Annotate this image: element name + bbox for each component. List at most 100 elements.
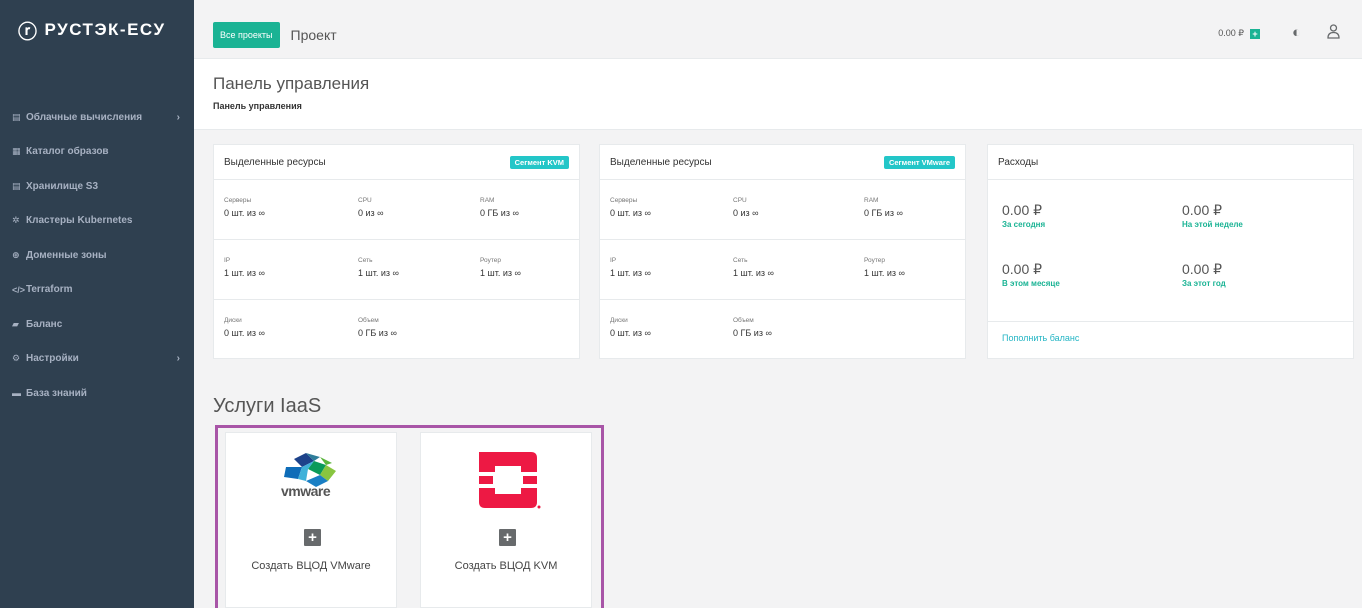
sidebar-nav: ▤ Облачные вычисления › ▦ Каталог образо… (0, 100, 194, 411)
resource-value: 1 шт. из ∞ (358, 268, 399, 278)
resource-label: Серверы (224, 197, 252, 204)
sidebar-item-label: Настройки (26, 353, 79, 365)
sidebar-item-label: Баланс (26, 318, 63, 330)
sidebar-item-label: Terraform (26, 284, 73, 296)
card-title: Выделенные ресурсы (224, 156, 326, 168)
expense-amount: 0.00 ₽ (1002, 261, 1043, 277)
chevron-right-icon: › (176, 353, 180, 365)
book-icon: ▬ (12, 388, 21, 399)
resource-value: 0 шт. из ∞ (610, 208, 651, 218)
resource-value: 0 шт. из ∞ (224, 328, 265, 338)
resource-value: 1 шт. из ∞ (480, 268, 521, 278)
sidebar-item-image-catalog[interactable]: ▦ Каталог образов (0, 135, 194, 170)
code-icon: </> (12, 284, 26, 295)
user-icon[interactable] (1327, 24, 1340, 43)
card-title: Расходы (998, 156, 1039, 168)
wallet-icon: ▰ (12, 318, 19, 329)
sidebar-item-knowledge-base[interactable]: ▬ База знаний (0, 376, 194, 411)
sidebar: ⓡ РУСТЭК-ЕСУ ▤ Облачные вычисления › ▦ К… (0, 0, 194, 608)
sidebar-item-terraform[interactable]: </> Terraform (0, 273, 194, 308)
resource-label: IP (610, 257, 617, 264)
expense-period: На этой неделе (1182, 220, 1243, 229)
openstack-logo-icon (473, 452, 543, 517)
all-projects-button[interactable]: Все проекты (213, 22, 280, 48)
resource-label: Объем (733, 317, 754, 324)
sidebar-item-settings[interactable]: ⚙ Настройки › (0, 342, 194, 377)
resource-value: 1 шт. из ∞ (224, 268, 265, 278)
chevron-right-icon: › (176, 111, 180, 123)
database-icon: ▤ (12, 180, 21, 191)
card-header: Выделенные ресурсы Сегмент VMware (600, 145, 965, 180)
create-vmware-vdc-card[interactable]: vmware + Создать ВЦОД VMware (225, 432, 397, 608)
resource-label: Диски (610, 317, 628, 324)
resource-value: 0 шт. из ∞ (610, 328, 651, 338)
resource-row: Серверы 0 шт. из ∞ CPU 0 из ∞ RAM 0 ГБ из ∞ (214, 180, 579, 240)
brand-logo[interactable]: ⓡ РУСТЭК-ЕСУ (0, 0, 194, 60)
resource-value: 0 ГБ из ∞ (733, 328, 772, 338)
grid-icon: ▦ (12, 146, 21, 157)
sidebar-item-label: Доменные зоны (26, 249, 107, 261)
resource-row: Серверы 0 шт. из ∞ CPU 0 из ∞ RAM 0 ГБ из ∞ (600, 180, 965, 240)
sidebar-item-cloud-compute[interactable]: ▤ Облачные вычисления › (0, 100, 194, 135)
card-header: Выделенные ресурсы Сегмент KVM (214, 145, 579, 180)
vmware-logo-text: vmware (281, 483, 331, 499)
server-icon: ▤ (12, 111, 21, 122)
resource-value: 0 из ∞ (358, 208, 384, 218)
resource-label: CPU (733, 197, 747, 204)
sidebar-item-label: Облачные вычисления (26, 111, 143, 123)
card-title: Выделенные ресурсы (610, 156, 712, 168)
resource-label: RAM (864, 197, 879, 204)
expense-amount: 0.00 ₽ (1182, 202, 1223, 218)
sidebar-item-label: Хранилище S3 (26, 180, 99, 192)
create-kvm-label: Создать ВЦОД KVM (454, 560, 558, 572)
breadcrumb: Панель управления (213, 101, 302, 111)
sidebar-item-balance[interactable]: ▰ Баланс (0, 307, 194, 342)
header-balance: 0.00 ₽ + (1218, 28, 1260, 39)
resource-row: Диски 0 шт. из ∞ Объем 0 ГБ из ∞ (600, 300, 965, 360)
resource-value: 0 из ∞ (733, 208, 759, 218)
segment-badge: Сегмент VMware (883, 155, 955, 169)
sidebar-item-s3-storage[interactable]: ▤ Хранилище S3 (0, 169, 194, 204)
brand-name: РУСТЭК-ЕСУ (44, 20, 166, 39)
theme-toggle-icon[interactable]: ◐ (1292, 24, 1301, 41)
resource-value: 0 шт. из ∞ (224, 208, 265, 218)
sidebar-item-dns-zones[interactable]: ⊕ Доменные зоны (0, 238, 194, 273)
sidebar-item-kubernetes[interactable]: ✲ Кластеры Kubernetes (0, 204, 194, 239)
expense-month: 0.00 ₽ В этом месяце (1002, 261, 1060, 288)
segment-badge: Сегмент KVM (509, 155, 569, 169)
create-kvm-vdc-card[interactable]: + Создать ВЦОД KVM (420, 432, 592, 608)
resource-value: 1 шт. из ∞ (733, 268, 774, 278)
resource-label: Диски (224, 317, 242, 324)
add-icon[interactable]: + (304, 529, 321, 546)
section-title: Услуги IaaS (213, 395, 322, 417)
page-heading: Панель управления Панель управления (194, 59, 1362, 130)
resource-value: 0 ГБ из ∞ (358, 328, 397, 338)
page-title: Панель управления (213, 74, 370, 93)
top-up-balance-link[interactable]: Пополнить баланс (1002, 333, 1079, 343)
expense-amount: 0.00 ₽ (1002, 202, 1043, 218)
add-funds-icon[interactable]: + (1250, 28, 1260, 39)
resource-row: IP 1 шт. из ∞ Сеть 1 шт. из ∞ Роутер 1 шт. … (214, 240, 579, 300)
add-icon[interactable]: + (499, 529, 516, 546)
logo-icon: ⓡ (18, 21, 39, 43)
cluster-icon: ✲ (12, 215, 20, 226)
card-header: Расходы (988, 145, 1353, 180)
expense-period: За этот год (1182, 279, 1226, 288)
resource-row: IP 1 шт. из ∞ Сеть 1 шт. из ∞ Роутер 1 шт. … (600, 240, 965, 300)
resource-label: Роутер (480, 257, 501, 264)
resource-label: IP (224, 257, 231, 264)
expense-period: В этом месяце (1002, 279, 1060, 288)
resource-label: Сеть (358, 257, 373, 264)
vmware-logo-icon: vmware (276, 453, 348, 499)
project-name: Проект (290, 27, 337, 43)
resource-value: 0 ГБ из ∞ (480, 208, 519, 218)
resource-value: 1 шт. из ∞ (610, 268, 651, 278)
divider (988, 321, 1353, 322)
cogs-icon: ⚙ (12, 353, 21, 364)
vmware-resources-card: Выделенные ресурсы Сегмент VMware Сервер… (599, 144, 966, 359)
top-bar: Все проекты Проект 0.00 ₽ + ◐ (194, 12, 1362, 59)
resource-value: 0 ГБ из ∞ (864, 208, 903, 218)
resource-label: Объем (358, 317, 379, 324)
expense-amount: 0.00 ₽ (1182, 261, 1223, 277)
resource-label: Сеть (733, 257, 748, 264)
